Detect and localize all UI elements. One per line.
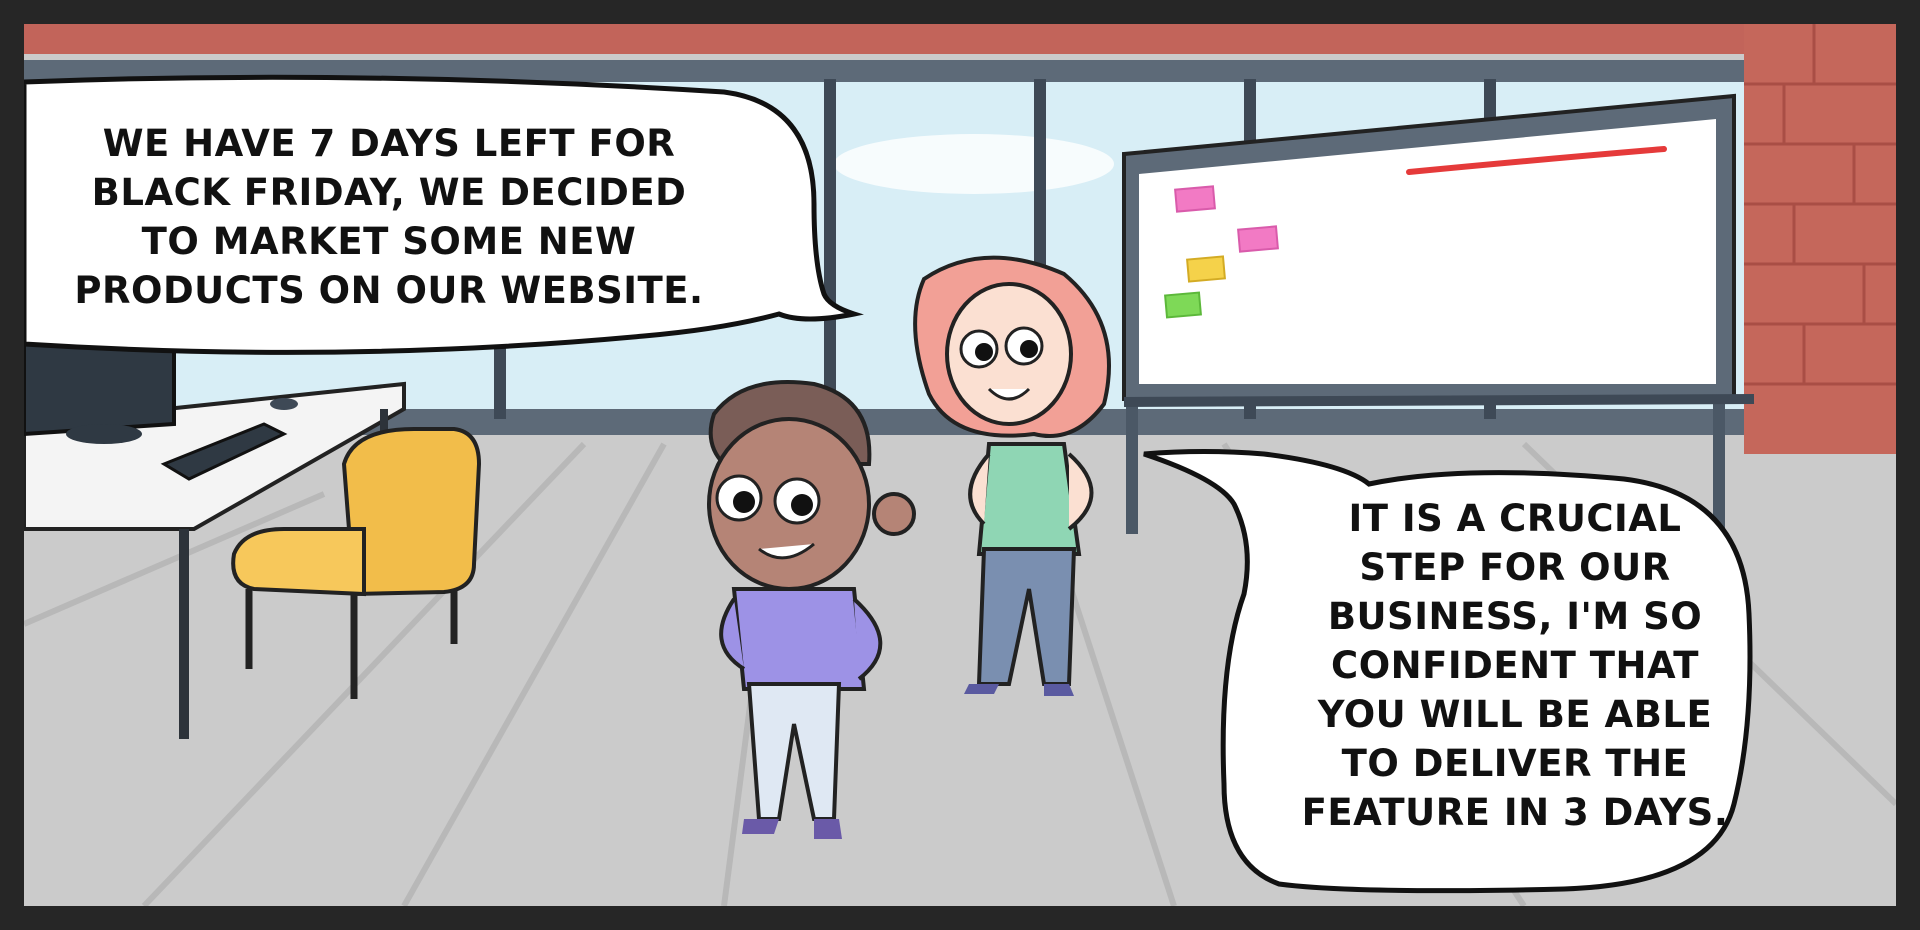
speech-bubble-right-text: IT IS A CRUCIAL STEP FOR OUR BUSINESS, I…	[1235, 494, 1795, 837]
sticky-note-icon	[1237, 225, 1279, 253]
bubble-left-line-2: BLACK FRIDAY, WE DECIDED	[91, 171, 687, 214]
bubble-right-line-3: BUSINESS, I'M SO	[1327, 595, 1703, 638]
bubble-left-line-4: PRODUCTS ON OUR WEBSITE.	[74, 269, 704, 312]
comic-panel: WE HAVE 7 DAYS LEFT FOR BLACK FRIDAY, WE…	[24, 24, 1896, 906]
bubble-right-line-7: FEATURE IN 3 DAYS.	[1301, 791, 1729, 834]
sticky-note-icon	[1164, 291, 1202, 319]
bubble-right-line-1: IT IS A CRUCIAL	[1348, 497, 1682, 540]
bubble-left-line-3: TO MARKET SOME NEW	[141, 220, 637, 263]
sticky-note-icon	[1186, 255, 1226, 283]
sticky-note-icon	[1174, 185, 1216, 213]
bubble-right-line-5: YOU WILL BE ABLE	[1317, 693, 1713, 736]
bubble-right-line-4: CONFIDENT THAT	[1331, 644, 1699, 687]
bubble-left-line-1: WE HAVE 7 DAYS LEFT FOR	[102, 122, 676, 165]
speech-bubble-left-text: WE HAVE 7 DAYS LEFT FOR BLACK FRIDAY, WE…	[44, 119, 734, 315]
brick-wall	[1744, 24, 1896, 454]
bubble-right-line-2: STEP FOR OUR	[1359, 546, 1671, 589]
bubble-right-line-6: TO DELIVER THE	[1341, 742, 1689, 785]
